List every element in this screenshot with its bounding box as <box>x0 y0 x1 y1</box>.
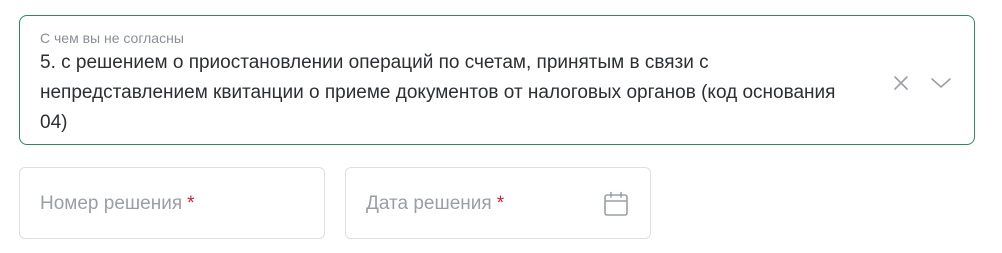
required-mark: * <box>496 193 505 214</box>
disagreement-select[interactable]: С чем вы не согласны 5. с решением о при… <box>19 15 975 145</box>
decision-date-placeholder: Дата решения * <box>366 192 504 216</box>
calendar-icon <box>604 191 628 216</box>
disagreement-select-label: С чем вы не согласны <box>40 30 184 46</box>
close-icon <box>894 76 908 90</box>
decision-number-field[interactable]: Номер решения * <box>19 167 325 239</box>
calendar-button[interactable] <box>602 190 630 218</box>
chevron-down-icon <box>931 78 951 88</box>
required-mark: * <box>187 193 195 214</box>
decision-date-placeholder-text: Дата решения <box>366 193 492 214</box>
decision-date-field[interactable]: Дата решения * <box>345 167 651 239</box>
decision-number-placeholder-text: Номер решения <box>40 193 183 214</box>
clear-button[interactable] <box>888 70 914 96</box>
decision-number-placeholder: Номер решения * <box>40 192 195 216</box>
expand-button[interactable] <box>926 70 956 96</box>
disagreement-select-value: 5. с решением о приостановлении операций… <box>40 52 836 133</box>
